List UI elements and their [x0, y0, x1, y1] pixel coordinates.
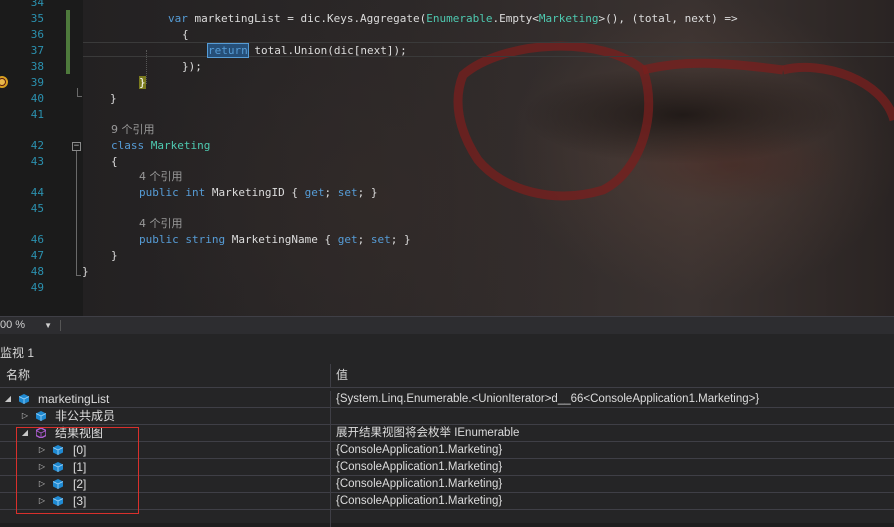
zoom-level: 00 %	[0, 319, 26, 331]
line-number: 41	[30, 108, 44, 121]
fold-guide	[77, 88, 78, 96]
line-number: 44	[30, 186, 44, 199]
code-line-48: }	[82, 265, 89, 278]
codelens-references[interactable]: 4 个引用	[139, 216, 183, 232]
collapse-region-icon[interactable]: −	[72, 142, 81, 151]
watch-value: {System.Linq.Enumerable.<UnionIterator>d…	[336, 393, 760, 405]
column-splitter	[330, 493, 331, 510]
code-line-47: }	[111, 249, 118, 262]
line-number: 40	[30, 92, 44, 105]
watch-value: {ConsoleApplication1.Marketing}	[336, 461, 503, 473]
line-number: 45	[30, 202, 44, 215]
line-number: 49	[30, 281, 44, 294]
column-splitter	[330, 425, 331, 442]
watch-value: {ConsoleApplication1.Marketing}	[336, 495, 503, 507]
selected-keyword: return	[207, 43, 249, 58]
code-line-44: public int MarketingID { get; set; }	[139, 186, 378, 199]
code-line-39: }	[139, 75, 146, 91]
watch-row[interactable]: ▷ 非公共成员	[0, 408, 894, 425]
line-number: 46	[30, 233, 44, 246]
line-number: 42	[30, 139, 44, 152]
member-icon	[36, 411, 46, 421]
fold-guide	[76, 275, 81, 276]
column-splitter	[330, 391, 331, 408]
divider	[60, 320, 61, 331]
column-header-name[interactable]: 名称	[6, 364, 30, 387]
watch-row[interactable]: ◢ marketingList {System.Linq.Enumerable.…	[0, 391, 894, 408]
watch-value: {ConsoleApplication1.Marketing}	[336, 478, 503, 490]
current-line-highlight	[83, 42, 894, 57]
dropdown-arrow-icon: ▼	[44, 321, 52, 330]
column-splitter	[330, 476, 331, 493]
panel-title: 监视 1	[0, 346, 35, 360]
fold-guide	[76, 151, 77, 275]
line-number: 43	[30, 155, 44, 168]
code-line-36: {	[182, 28, 189, 41]
line-number: 36	[30, 28, 44, 41]
change-tracking-bar	[66, 10, 70, 74]
watch-value: 展开结果视图将会枚举 IEnumerable	[336, 427, 520, 439]
column-splitter	[330, 442, 331, 459]
codelens-references[interactable]: 4 个引用	[139, 169, 183, 185]
code-line-35: var marketingList = dic.Keys.Aggregate(E…	[168, 12, 738, 25]
code-line-42: class Marketing	[111, 139, 211, 152]
column-splitter	[330, 459, 331, 476]
line-number: 48	[30, 265, 44, 278]
watch-table-header: 名称 值	[0, 364, 894, 388]
watch-name: 非公共成员	[55, 409, 116, 423]
column-splitter[interactable]	[330, 364, 331, 387]
column-splitter	[330, 510, 331, 527]
line-number: 37	[30, 44, 44, 57]
column-header-value[interactable]: 值	[336, 364, 348, 387]
collapse-arrow-icon[interactable]: ◢	[3, 394, 13, 404]
watch-value: {ConsoleApplication1.Marketing}	[336, 444, 503, 456]
line-number: 35	[30, 12, 44, 25]
code-line-40: }	[110, 92, 117, 105]
code-line-38: });	[182, 60, 202, 73]
code-editor[interactable]: 34 35 36 37 38 39 40 41 42 43 44 45 46 4…	[0, 0, 894, 316]
line-number: 39	[30, 76, 44, 89]
code-line-43: {	[111, 155, 118, 168]
indent-guide	[146, 50, 148, 84]
execution-brace-highlight: }	[139, 76, 146, 89]
line-number: 47	[30, 249, 44, 262]
watch-name: marketingList	[38, 392, 110, 406]
code-line-37: return total.Union(dic[next]);	[207, 43, 407, 58]
fold-guide	[77, 96, 82, 97]
codelens-references[interactable]: 9 个引用	[111, 122, 155, 138]
variable-icon	[19, 394, 29, 404]
editor-zoom-bar: 00 % ▼	[0, 316, 894, 334]
zoom-dropdown[interactable]: 00 % ▼	[0, 317, 52, 334]
line-number: 38	[30, 60, 44, 73]
column-splitter	[330, 408, 331, 425]
annotation-highlight-box	[16, 427, 139, 514]
expand-arrow-icon[interactable]: ▷	[20, 411, 30, 421]
code-line-46: public string MarketingName { get; set; …	[139, 233, 411, 246]
line-number: 34	[30, 0, 44, 9]
